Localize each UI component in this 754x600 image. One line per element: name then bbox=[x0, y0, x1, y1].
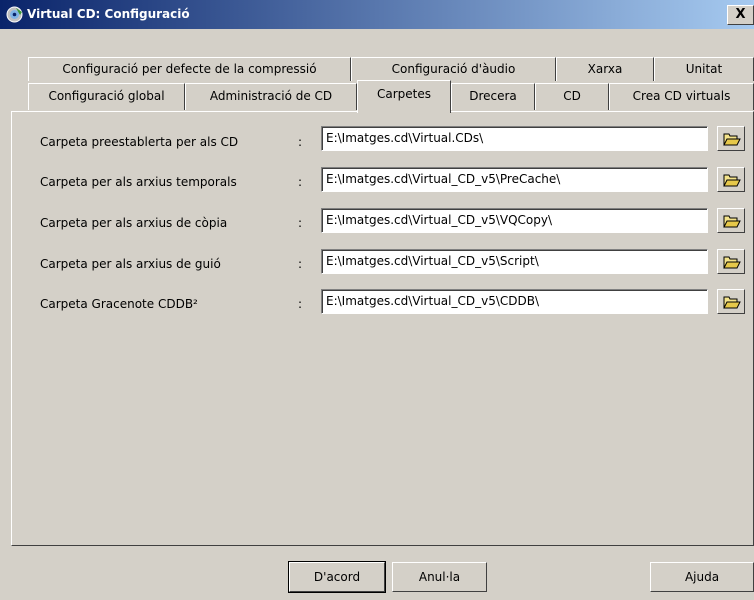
open-folder-icon bbox=[723, 296, 741, 309]
open-folder-icon bbox=[723, 215, 741, 228]
help-button[interactable]: Ajuda bbox=[650, 562, 754, 592]
browse-default-cd-folder-button[interactable] bbox=[717, 126, 745, 151]
field-colon: : bbox=[298, 216, 303, 230]
temp-files-folder-field[interactable]: E:\Imatges.cd\Virtual_CD_v5\PreCache\ bbox=[321, 167, 708, 192]
open-folder-icon bbox=[723, 256, 741, 269]
tab-cd[interactable]: CD bbox=[535, 83, 609, 110]
browse-script-files-folder-button[interactable] bbox=[717, 249, 745, 274]
tab-audio-settings[interactable]: Configuració d'àudio bbox=[351, 57, 556, 81]
tab-drive[interactable]: Unitat bbox=[654, 57, 754, 81]
open-folder-icon bbox=[723, 174, 741, 187]
tab-folders[interactable]: Carpetes bbox=[357, 80, 451, 113]
field-colon: : bbox=[298, 175, 303, 189]
field-colon: : bbox=[298, 135, 303, 149]
cddb-folder-field[interactable]: E:\Imatges.cd\Virtual_CD_v5\CDDB\ bbox=[321, 289, 708, 314]
tab-global-settings[interactable]: Configuració global bbox=[28, 83, 185, 110]
script-files-folder-field[interactable]: E:\Imatges.cd\Virtual_CD_v5\Script\ bbox=[321, 249, 708, 274]
ok-button[interactable]: D'acord bbox=[288, 561, 386, 593]
tab-create-virtual-cds[interactable]: Crea CD virtuals bbox=[609, 83, 754, 110]
copy-files-folder-field[interactable]: E:\Imatges.cd\Virtual_CD_v5\VQCopy\ bbox=[321, 208, 708, 233]
tab-cd-administration[interactable]: Administració de CD bbox=[185, 83, 357, 110]
tab-shortcut[interactable]: Drecera bbox=[451, 83, 535, 110]
cddb-folder-label: Carpeta Gracenote CDDB² bbox=[40, 297, 198, 311]
script-files-folder-label: Carpeta per als arxius de guió bbox=[40, 257, 221, 271]
browse-temp-files-folder-button[interactable] bbox=[717, 167, 745, 192]
field-colon: : bbox=[298, 297, 303, 311]
browse-cddb-folder-button[interactable] bbox=[717, 289, 745, 314]
folders-panel: Carpeta preestablerta per als CD : E:\Im… bbox=[11, 111, 754, 546]
default-cd-folder-label: Carpeta preestablerta per als CD bbox=[40, 135, 239, 149]
close-button[interactable]: X bbox=[727, 5, 754, 25]
field-colon: : bbox=[298, 257, 303, 271]
default-cd-folder-field[interactable]: E:\Imatges.cd\Virtual.CDs\ bbox=[321, 126, 708, 151]
tab-network[interactable]: Xarxa bbox=[556, 57, 654, 81]
open-folder-icon bbox=[723, 133, 741, 146]
temp-files-folder-label: Carpeta per als arxius temporals bbox=[40, 175, 237, 189]
tab-compression-defaults[interactable]: Configuració per defecte de la compressi… bbox=[28, 57, 351, 81]
cancel-button[interactable]: Anul·la bbox=[392, 562, 487, 592]
browse-copy-files-folder-button[interactable] bbox=[717, 208, 745, 233]
copy-files-folder-label: Carpeta per als arxius de còpia bbox=[40, 216, 228, 230]
virtual-cd-app-icon bbox=[6, 6, 23, 23]
title-bar: Virtual CD: Configuració X bbox=[0, 0, 754, 29]
window-title: Virtual CD: Configuració bbox=[27, 7, 190, 21]
